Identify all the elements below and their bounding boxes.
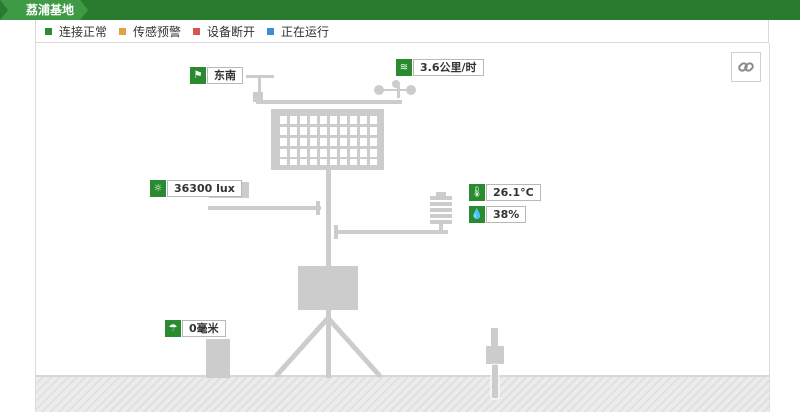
solar-cell bbox=[280, 138, 287, 146]
solar-cell bbox=[360, 159, 367, 165]
solar-cell bbox=[290, 127, 297, 135]
solar-cell bbox=[300, 138, 307, 146]
solar-panel-frame bbox=[271, 109, 384, 170]
soil-probe-body bbox=[486, 346, 504, 364]
solar-cell bbox=[330, 159, 337, 165]
solar-cell bbox=[310, 149, 317, 157]
solar-cell bbox=[280, 116, 287, 124]
solar-cell bbox=[330, 138, 337, 146]
solar-cell bbox=[350, 138, 357, 146]
solar-cell bbox=[310, 138, 317, 146]
solar-cell bbox=[290, 138, 297, 146]
link-icon bbox=[738, 62, 754, 72]
thermo-arm-clamp bbox=[334, 225, 338, 239]
solar-cell bbox=[370, 127, 377, 135]
solar-cell bbox=[360, 127, 367, 135]
illuminance-label[interactable]: ☼ 36300 lux bbox=[150, 180, 242, 197]
solar-cell bbox=[350, 159, 357, 165]
solar-cell bbox=[350, 149, 357, 157]
solar-cell bbox=[310, 127, 317, 135]
umbrella-rain-icon: ☂ bbox=[165, 320, 181, 337]
rainfall-label[interactable]: ☂ 0毫米 bbox=[165, 320, 226, 337]
temperature-label[interactable]: 🌡 26.1°C bbox=[469, 184, 541, 201]
thermo-shield-plate bbox=[430, 214, 452, 218]
solar-cell bbox=[290, 149, 297, 157]
solar-cell bbox=[370, 138, 377, 146]
solar-cell bbox=[350, 127, 357, 135]
wind-direction-icon: ⚑ bbox=[190, 67, 206, 84]
tripod-leg-left bbox=[274, 315, 331, 378]
solar-cell bbox=[300, 127, 307, 135]
solar-cell bbox=[340, 149, 347, 157]
solar-cell bbox=[290, 159, 297, 165]
solar-cell bbox=[320, 159, 327, 165]
thermo-shield-plate bbox=[430, 196, 452, 200]
soil-probe-stem bbox=[492, 364, 498, 398]
thermo-shield-plate bbox=[430, 202, 452, 206]
sun-icon: ☼ bbox=[150, 180, 166, 197]
solar-cell bbox=[340, 138, 347, 146]
wind-vane-arm bbox=[246, 75, 274, 78]
anemometer-arm bbox=[379, 89, 412, 91]
solar-cell bbox=[310, 116, 317, 124]
solar-cell bbox=[370, 159, 377, 165]
tripod-leg-right bbox=[325, 315, 382, 378]
wind-speed-label[interactable]: ≋ 3.6公里/时 bbox=[396, 59, 484, 76]
thermo-shield-arm bbox=[335, 230, 448, 234]
light-sensor-arm bbox=[208, 206, 321, 210]
solar-cell bbox=[330, 127, 337, 135]
solar-cell bbox=[330, 149, 337, 157]
wind-speed-icon: ≋ bbox=[396, 59, 412, 76]
solar-cell bbox=[280, 127, 287, 135]
anemometer-mast bbox=[397, 86, 400, 98]
humidity-drop-icon: 💧 bbox=[469, 206, 485, 223]
solar-cell bbox=[290, 116, 297, 124]
solar-cell bbox=[330, 116, 337, 124]
solar-cell bbox=[320, 116, 327, 124]
solar-cell bbox=[300, 116, 307, 124]
rain-gauge-body bbox=[206, 339, 230, 378]
solar-cell bbox=[300, 149, 307, 157]
solar-cell bbox=[370, 149, 377, 157]
solar-cell bbox=[280, 149, 287, 157]
wind-direction-value: 东南 bbox=[207, 67, 243, 84]
solar-cell bbox=[340, 159, 347, 165]
thermo-shield-stem bbox=[439, 224, 443, 232]
thermo-shield-plate bbox=[430, 208, 452, 212]
solar-cell bbox=[350, 116, 357, 124]
solar-cell bbox=[360, 149, 367, 157]
humidity-value: 38% bbox=[486, 206, 527, 223]
soil-probe-top bbox=[491, 328, 498, 346]
light-arm-clamp bbox=[316, 201, 320, 215]
solar-cell bbox=[370, 116, 377, 124]
solar-cell bbox=[300, 159, 307, 165]
solar-cell bbox=[320, 149, 327, 157]
wind-direction-label[interactable]: ⚑ 东南 bbox=[190, 67, 243, 84]
illuminance-value: 36300 lux bbox=[167, 180, 242, 197]
anemometer-cup-top bbox=[392, 80, 400, 88]
solar-cell bbox=[340, 127, 347, 135]
control-box bbox=[298, 266, 358, 310]
rainfall-value: 0毫米 bbox=[182, 320, 226, 337]
solar-cell bbox=[280, 159, 287, 165]
solar-cell bbox=[310, 159, 317, 165]
thermo-shield-top bbox=[436, 192, 446, 196]
temperature-value: 26.1°C bbox=[486, 184, 541, 201]
solar-cell bbox=[320, 127, 327, 135]
humidity-label[interactable]: 💧 38% bbox=[469, 206, 527, 223]
link-button[interactable] bbox=[731, 52, 761, 82]
wind-speed-value: 3.6公里/时 bbox=[413, 59, 484, 76]
solar-cell bbox=[360, 138, 367, 146]
thermo-shield-plate bbox=[430, 220, 452, 224]
solar-cell bbox=[360, 116, 367, 124]
thermometer-icon: 🌡 bbox=[469, 184, 485, 201]
top-crossbar bbox=[256, 100, 402, 104]
solar-cell bbox=[340, 116, 347, 124]
solar-cell bbox=[320, 138, 327, 146]
